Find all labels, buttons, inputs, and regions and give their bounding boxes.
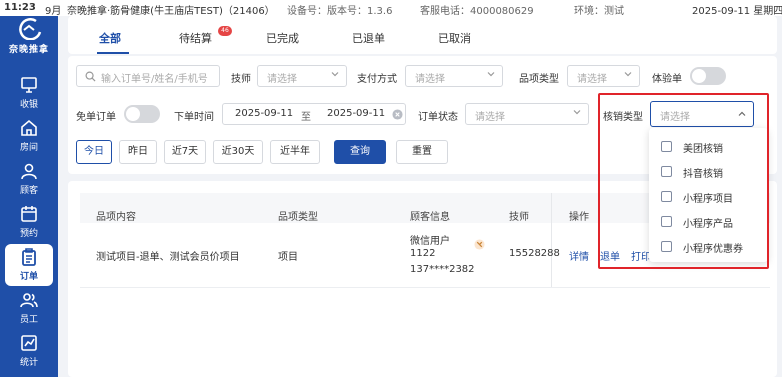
sidebar-item-label: 员工 (19, 315, 38, 325)
highlight-box (598, 93, 769, 269)
tab-completed[interactable]: 已完成 (266, 30, 299, 46)
category-select[interactable]: 请选择 (567, 65, 640, 87)
chevron-down-icon (487, 72, 495, 77)
date-range-picker[interactable]: 2025-09-11 至 2025-09-11 (222, 103, 406, 125)
active-tab-underline (97, 52, 129, 54)
sidebar-item-label: 订单 (19, 272, 38, 282)
column-header: 技师 (509, 212, 529, 223)
trial-label: 体验单 (652, 74, 682, 85)
order-time-label: 下单时间 (174, 112, 214, 123)
search-input[interactable]: 输入订单号/姓名/手机号 (76, 65, 220, 87)
tab-pending[interactable]: 待结算 (179, 30, 212, 46)
trial-toggle[interactable] (690, 67, 726, 85)
range-today-button[interactable]: 今日 (76, 140, 112, 164)
logo-text: 奈晚推拿 (8, 45, 49, 55)
sidebar-item-booking[interactable]: 预约 (0, 201, 58, 243)
payment-placeholder: 请选择 (415, 74, 445, 85)
reset-button[interactable]: 重置 (396, 140, 448, 164)
sidebar-item-label: 预约 (19, 229, 38, 239)
clock: 11:23 (4, 2, 36, 13)
sidebar-item-cashier[interactable]: 收银 (0, 72, 58, 114)
chevron-down-icon (573, 110, 581, 115)
sidebar-item-orders[interactable]: 订单 (5, 244, 53, 286)
home-icon (21, 119, 37, 136)
customer-name: 微信用户 (410, 236, 450, 247)
free-order-label: 免单订单 (76, 112, 116, 123)
chart-icon (21, 335, 37, 351)
sidebar-item-staff[interactable]: 员工 (0, 287, 58, 329)
sidebar-item-stats[interactable]: 统计 (0, 330, 58, 372)
date-separator: 至 (301, 112, 311, 123)
order-status-placeholder: 请选择 (475, 112, 505, 123)
tab-refunded[interactable]: 已退单 (352, 30, 385, 46)
order-status-label: 订单状态 (418, 112, 458, 123)
search-icon (85, 71, 96, 82)
brand-logo: 奈晚推拿 (0, 18, 58, 58)
free-order-toggle[interactable] (124, 105, 160, 123)
item-type-cell: 项目 (278, 252, 298, 263)
store-title: 奈晚推拿·筋骨健康(牛王庙店TEST)（21406） (67, 6, 275, 17)
fixed-column-divider (551, 193, 552, 287)
detail-link[interactable]: 详情 (569, 248, 589, 263)
column-header: 品项内容 (96, 212, 136, 223)
chevron-down-icon (331, 72, 339, 77)
customer-tag-icon (474, 239, 485, 250)
monitor-icon (21, 77, 37, 93)
date-short: 9月 (45, 6, 62, 17)
users-icon (20, 293, 38, 308)
column-header: 操作 (569, 212, 589, 223)
clear-icon[interactable] (392, 109, 403, 120)
tabs-bar: 全部 待结算 46 已完成 已退单 已取消 (68, 16, 777, 54)
technician-select[interactable]: 请选择 (257, 65, 347, 87)
status-bar: 11:23 9月 奈晚推拿·筋骨健康(牛王庙店TEST)（21406） 设备号：… (0, 0, 782, 17)
technician-label: 技师 (231, 74, 251, 85)
technician-placeholder: 请选择 (267, 74, 297, 85)
tab-cancelled[interactable]: 已取消 (438, 30, 471, 46)
environment: 环境：测试 (574, 6, 624, 17)
order-status-select[interactable]: 请选择 (465, 103, 589, 125)
logo-icon (19, 18, 42, 40)
sidebar-item-customers[interactable]: 顾客 (0, 158, 58, 200)
category-label: 品项类型 (519, 74, 559, 85)
customer-phone: 137****2382 (410, 264, 475, 275)
toggle-knob (126, 107, 140, 121)
date-from: 2025-09-11 (235, 108, 294, 119)
category-placeholder: 请选择 (577, 74, 607, 85)
range-yesterday-button[interactable]: 昨日 (119, 140, 157, 164)
item-content-cell: 测试项目-退单、测试会员价项目 (96, 252, 240, 263)
row-divider (80, 287, 770, 288)
device-info: 设备号：版本号：1.3.6 (287, 6, 393, 17)
clipboard-icon (22, 248, 36, 266)
tab-all[interactable]: 全部 (99, 30, 121, 46)
search-placeholder: 输入订单号/姓名/手机号 (101, 74, 208, 85)
user-icon (21, 163, 37, 180)
date-to: 2025-09-11 (327, 108, 386, 119)
sidebar-item-rooms[interactable]: 房间 (0, 115, 58, 157)
calendar-icon (21, 206, 37, 222)
customer-code: 1122 (410, 248, 436, 259)
column-header: 顾客信息 (410, 212, 450, 223)
sidebar-item-label: 收银 (19, 100, 38, 110)
sidebar-item-label: 统计 (19, 358, 38, 368)
column-header: 品项类型 (278, 212, 318, 223)
payment-select[interactable]: 请选择 (405, 65, 503, 87)
payment-label: 支付方式 (357, 74, 397, 85)
pending-count-badge: 46 (218, 26, 232, 36)
sidebar-item-label: 房间 (19, 143, 38, 153)
technician-cell: 15528288 (509, 248, 560, 259)
sidebar-item-label: 顾客 (19, 186, 38, 196)
sidebar: 奈晚推拿 收银 房间 顾客 预约 订单 员工 统计 (0, 16, 58, 377)
query-button[interactable]: 查询 (334, 140, 386, 164)
range-7days-button[interactable]: 近7天 (164, 140, 206, 164)
chevron-down-icon (624, 72, 632, 77)
datetime: 2025-09-11 星期四 (692, 6, 782, 17)
service-phone: 客服电话：4000080629 (420, 6, 534, 17)
range-30days-button[interactable]: 近30天 (213, 140, 263, 164)
toggle-knob (692, 69, 706, 83)
range-halfyear-button[interactable]: 近半年 (270, 140, 320, 164)
